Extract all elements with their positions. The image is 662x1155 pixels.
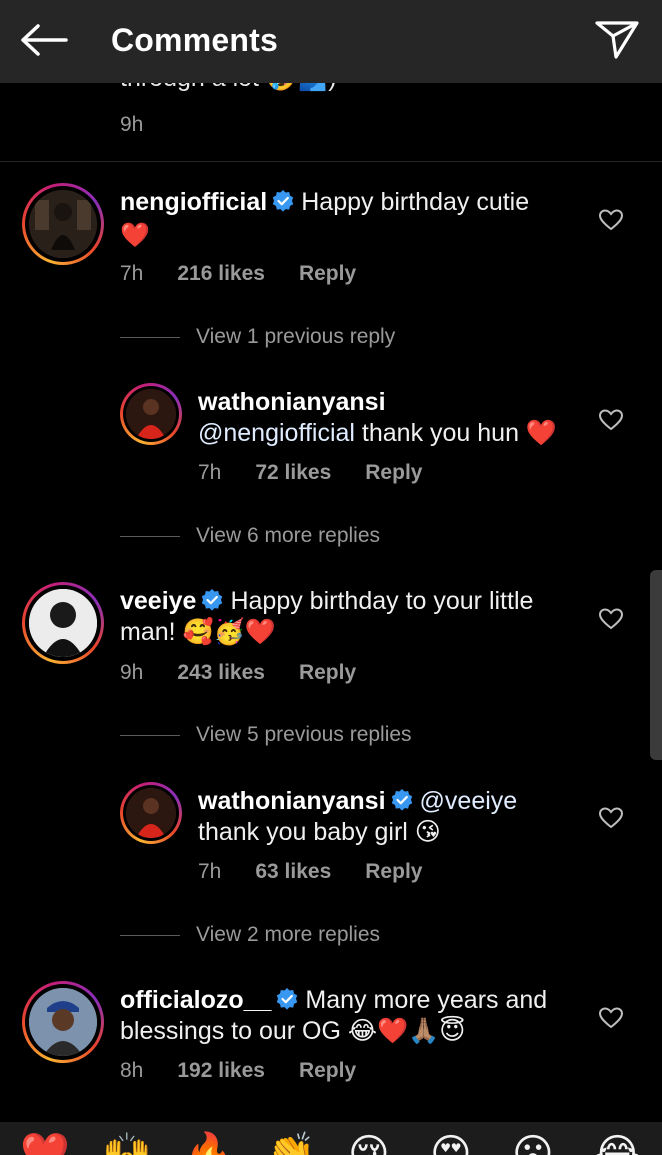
comment-text: Many more years and — [305, 986, 548, 1014]
comment-username[interactable]: nengiofficial — [120, 188, 267, 216]
emoji-heart[interactable]: ❤️ — [20, 1134, 70, 1155]
reply-button[interactable]: Reply — [299, 1059, 356, 1082]
likes-count[interactable]: 216 likes — [177, 262, 265, 285]
heart-outline-icon[interactable] — [598, 607, 624, 631]
reply-timestamp: 7h — [198, 461, 222, 484]
verified-badge-icon — [273, 190, 294, 212]
reply-text: thank you hun ❤️ — [361, 419, 558, 447]
reply-text: thank you baby girl 😘 — [198, 818, 441, 846]
view-previous-replies[interactable]: View 1 previous reply — [120, 325, 395, 349]
reply-mention[interactable]: @veeiye — [420, 787, 518, 815]
page-title: Comments — [111, 22, 278, 58]
emoji-laughing[interactable]: 😂 — [594, 1134, 641, 1155]
paper-plane-icon[interactable] — [594, 18, 640, 60]
comment-timestamp: 8h — [120, 1059, 144, 1082]
comment-timestamp: 9h — [120, 661, 144, 684]
comment-meta: 7h 216 likes Reply — [120, 262, 356, 286]
top-app-bar: Comments — [0, 0, 662, 83]
comment-text-line2: blessings to our OG 😂❤️🙏🏽😇 — [120, 1017, 466, 1045]
view-previous-replies[interactable]: View 5 previous replies — [120, 723, 412, 747]
reply-mention[interactable]: @nengiofficial — [198, 419, 355, 447]
comment-username[interactable]: veeiye — [120, 587, 196, 615]
view-more-replies[interactable]: View 6 more replies — [120, 524, 380, 548]
reply-button[interactable]: Reply — [299, 661, 356, 684]
comment-text: Happy birthday to your little — [230, 587, 534, 615]
emoji-quick-bar: ❤️ 🙌 🔥 👏 😢 😍 😮 😂 — [0, 1122, 662, 1155]
comment-text-line2: ❤️ — [120, 222, 150, 249]
verified-badge-icon — [391, 789, 412, 811]
emoji-fire[interactable]: 🔥 — [184, 1134, 234, 1155]
heart-outline-icon[interactable] — [598, 806, 624, 830]
reply-body: wathonianyansi @nengiofficial thank you … — [198, 387, 598, 449]
avatar[interactable] — [22, 981, 104, 1063]
view-previous-replies-label: View 5 previous replies — [196, 723, 412, 746]
comment-body: nengiofficial Happy birthday cutie ❤️ — [120, 187, 560, 251]
reply-timestamp: 7h — [198, 860, 222, 883]
comment-meta: 9h 243 likes Reply — [120, 661, 356, 685]
reply-meta: 7h 72 likes Reply — [198, 461, 422, 485]
view-more-replies-label: View 6 more replies — [196, 524, 381, 547]
emoji-raising-hands[interactable]: 🙌 — [102, 1134, 152, 1155]
comment-timestamp: 7h — [120, 262, 144, 285]
comment-body: veeiye Happy birthday to your little man!… — [120, 586, 560, 648]
avatar-photo — [29, 190, 97, 258]
likes-count[interactable]: 63 likes — [255, 860, 331, 883]
reply-meta: 7h 63 likes Reply — [198, 860, 422, 884]
comment-meta: 8h 192 likes Reply — [120, 1059, 356, 1083]
heart-outline-icon[interactable] — [598, 1006, 624, 1030]
verified-badge-icon — [202, 589, 223, 611]
emoji-heart-eyes[interactable]: 😍 — [430, 1134, 472, 1155]
avatar[interactable] — [22, 582, 104, 664]
emoji-clapping[interactable]: 👏 — [266, 1134, 316, 1155]
comment-text: Happy birthday cutie — [301, 188, 530, 216]
likes-count[interactable]: 243 likes — [177, 661, 265, 684]
reply-button[interactable]: Reply — [365, 860, 422, 883]
reply-button[interactable]: Reply — [299, 262, 356, 285]
scrollbar-thumb[interactable] — [650, 570, 662, 760]
reply-username[interactable]: wathonianyansi — [198, 388, 386, 416]
likes-count[interactable]: 192 likes — [177, 1059, 265, 1082]
comment-username[interactable]: officialozo__ — [120, 986, 271, 1014]
comment-timestamp: 9h — [120, 113, 144, 136]
divider — [0, 161, 662, 162]
comment-text-line2: man! 🥰🥳❤️ — [120, 618, 276, 646]
arrow-left-icon[interactable] — [18, 22, 70, 58]
comment-body: officialozo__ Many more years and blessin… — [120, 985, 560, 1047]
avatar-photo — [29, 988, 97, 1056]
view-more-replies[interactable]: View 2 more replies — [120, 923, 380, 947]
view-previous-replies-label: View 1 previous reply — [196, 325, 396, 348]
avatar-photo — [126, 788, 176, 838]
emoji-surprised[interactable]: 😮 — [512, 1134, 554, 1155]
view-more-replies-label: View 2 more replies — [196, 923, 381, 946]
reply-username[interactable]: wathonianyansi — [198, 787, 386, 815]
heart-outline-icon[interactable] — [598, 408, 624, 432]
avatar-photo — [29, 589, 97, 657]
reply-button[interactable]: Reply — [365, 461, 422, 484]
avatar[interactable] — [22, 183, 104, 265]
verified-badge-icon — [277, 988, 298, 1010]
avatar[interactable] — [120, 782, 182, 844]
heart-outline-icon[interactable] — [598, 208, 624, 232]
avatar-photo — [126, 389, 176, 439]
likes-count[interactable]: 72 likes — [255, 461, 331, 484]
avatar[interactable] — [120, 383, 182, 445]
emoji-crying[interactable]: 😢 — [348, 1134, 390, 1155]
reply-body: wathonianyansi @veeiye thank you baby gir… — [198, 786, 598, 848]
